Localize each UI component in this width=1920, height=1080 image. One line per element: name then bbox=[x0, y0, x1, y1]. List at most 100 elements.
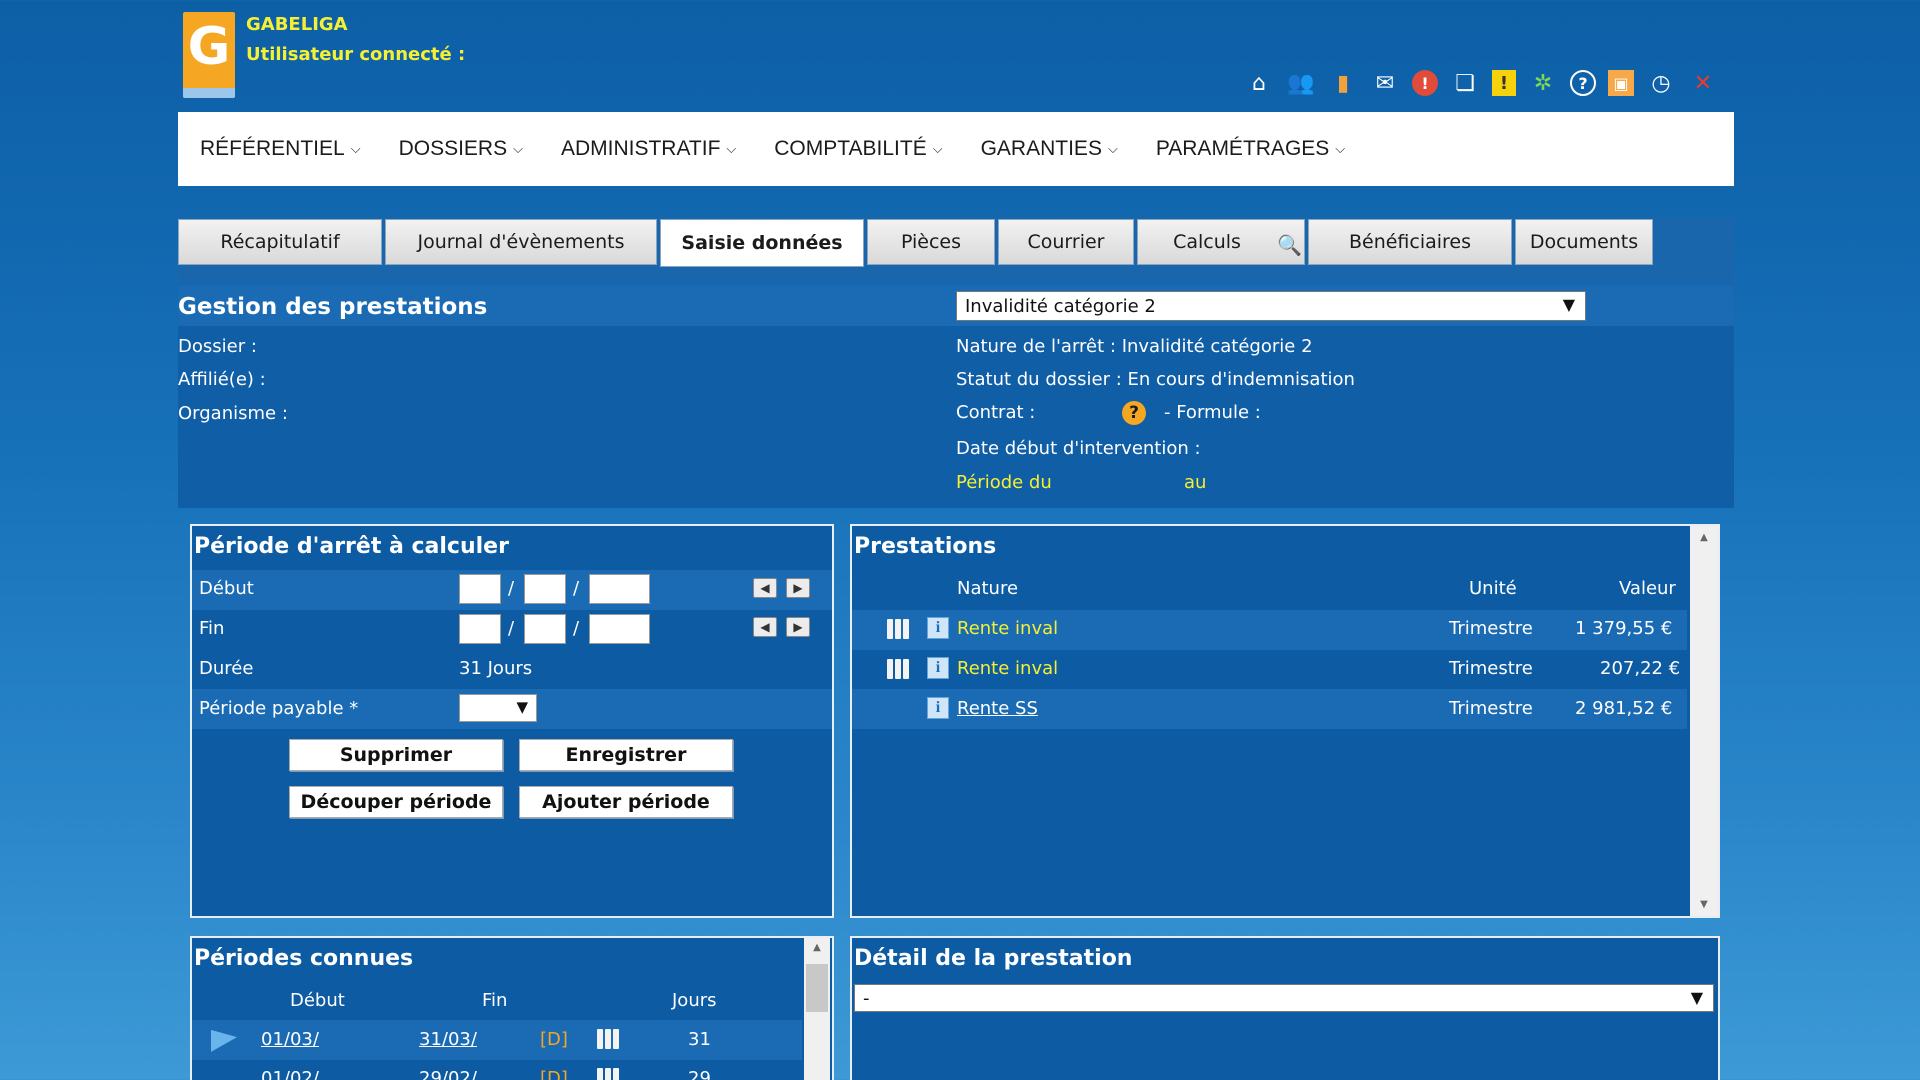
bars-icon[interactable] bbox=[887, 659, 909, 679]
periodes-scrollbar[interactable]: ▲ bbox=[804, 938, 830, 1080]
column-header-nature: Nature bbox=[957, 578, 1019, 599]
lock-icon[interactable]: ▣ bbox=[1608, 70, 1634, 96]
column-header-valeur: Valeur bbox=[1619, 578, 1676, 599]
play-icon[interactable] bbox=[211, 1026, 237, 1052]
duree-value: 31 Jours bbox=[459, 658, 533, 679]
debut-day-input[interactable] bbox=[459, 574, 501, 604]
document-icon[interactable]: ❏ bbox=[1450, 68, 1480, 98]
tab-journal[interactable]: Journal d'évènements bbox=[385, 219, 657, 265]
periode-payable-label: Période payable * bbox=[199, 698, 359, 719]
prestation-unite: Trimestre bbox=[1449, 658, 1533, 679]
tab-pieces[interactable]: Pièces bbox=[867, 219, 995, 265]
periode-fin[interactable]: 29/02/ bbox=[419, 1068, 533, 1080]
prestation-nature[interactable]: Rente inval bbox=[957, 658, 1058, 679]
fin-month-input[interactable] bbox=[524, 614, 566, 644]
main-menu: RÉFÉRENTIEL ⌵ DOSSIERS ⌵ ADMINISTRATIF ⌵ CO… bbox=[178, 112, 1734, 186]
home-icon[interactable]: ⌂ bbox=[1244, 68, 1274, 98]
prestation-valeur: 1 379,55 € bbox=[1575, 618, 1673, 639]
formule-label: - Formule : bbox=[1164, 402, 1261, 423]
panel-title: Détail de la prestation bbox=[854, 946, 1133, 971]
dropdown-arrow-icon: ▼ bbox=[1562, 295, 1575, 314]
menu-administratif[interactable]: ADMINISTRATIF ⌵ bbox=[561, 137, 736, 161]
chevron-down-icon: ⌵ bbox=[932, 141, 943, 156]
prestation-nature[interactable]: Rente SS bbox=[957, 698, 1038, 719]
scroll-thumb[interactable] bbox=[806, 964, 828, 1012]
tab-saisie-donnees[interactable]: Saisie données bbox=[660, 219, 864, 267]
next-arrow-icon[interactable]: ▶ bbox=[786, 617, 810, 637]
periode-fin[interactable]: 31/03/ bbox=[419, 1029, 533, 1050]
refresh-icon[interactable]: ✲ bbox=[1528, 68, 1558, 98]
supprimer-button[interactable]: Supprimer bbox=[289, 739, 503, 771]
chevron-down-icon: ⌵ bbox=[1335, 141, 1346, 156]
tab-beneficiaires[interactable]: Bénéficiaires bbox=[1308, 219, 1512, 265]
bars-icon[interactable] bbox=[887, 619, 909, 639]
tab-documents[interactable]: Documents bbox=[1515, 219, 1653, 265]
periode-tag: [D] bbox=[540, 1068, 568, 1080]
app-logo: G bbox=[183, 12, 235, 98]
info-icon[interactable]: i bbox=[927, 617, 949, 639]
scroll-down-icon[interactable]: ▼ bbox=[1690, 899, 1718, 910]
panel-title: Prestations bbox=[854, 534, 997, 559]
alert-icon[interactable]: ! bbox=[1412, 70, 1438, 96]
scroll-up-icon[interactable]: ▲ bbox=[1690, 532, 1718, 543]
duree-label: Durée bbox=[199, 658, 254, 679]
chevron-down-icon: ⌵ bbox=[513, 141, 523, 156]
next-arrow-icon[interactable]: ▶ bbox=[786, 578, 810, 598]
prestation-nature[interactable]: Rente inval bbox=[957, 618, 1058, 639]
help-icon[interactable]: ? bbox=[1570, 70, 1596, 96]
tabs: Récapitulatif Journal d'évènements Saisi… bbox=[178, 219, 1656, 267]
prestations-scrollbar[interactable]: ▲ ▼ bbox=[1690, 526, 1718, 916]
clock-icon[interactable]: ◷ bbox=[1646, 68, 1676, 98]
menu-dossiers[interactable]: DOSSIERS ⌵ bbox=[399, 137, 523, 161]
prestation-valeur: 2 981,52 € bbox=[1575, 698, 1673, 719]
debut-month-input[interactable] bbox=[524, 574, 566, 604]
tab-calculs[interactable]: Calculs 🔍 bbox=[1137, 219, 1305, 265]
decouper-periode-button[interactable]: Découper période bbox=[289, 786, 503, 818]
enregistrer-button[interactable]: Enregistrer bbox=[519, 739, 733, 771]
prestation-unite: Trimestre bbox=[1449, 618, 1533, 639]
periode-debut[interactable]: 01/03/ bbox=[261, 1029, 374, 1050]
panel-title: Périodes connues bbox=[194, 946, 414, 971]
periode-debut[interactable]: 01/02/ bbox=[261, 1068, 374, 1080]
dropdown-arrow-icon: ▼ bbox=[1690, 988, 1703, 1007]
column-header-fin: Fin bbox=[482, 990, 508, 1011]
fin-year-input[interactable] bbox=[589, 614, 650, 644]
menu-referentiel[interactable]: RÉFÉRENTIEL ⌵ bbox=[200, 137, 361, 161]
column-header-unite: Unité bbox=[1469, 578, 1517, 599]
tab-recapitulatif[interactable]: Récapitulatif bbox=[178, 219, 382, 265]
chevron-down-icon: ⌵ bbox=[1107, 141, 1118, 156]
prev-arrow-icon[interactable]: ◀ bbox=[753, 617, 777, 637]
menu-parametrages[interactable]: PARAMÉTRAGES ⌵ bbox=[1156, 137, 1345, 161]
users-icon[interactable]: 👥 bbox=[1286, 68, 1316, 98]
menu-garanties[interactable]: GARANTIES ⌵ bbox=[981, 137, 1118, 161]
ajouter-periode-button[interactable]: Ajouter période bbox=[519, 786, 733, 818]
prev-arrow-icon[interactable]: ◀ bbox=[753, 578, 777, 598]
tab-courrier[interactable]: Courrier bbox=[998, 219, 1134, 265]
prestation-valeur: 207,22 € bbox=[1600, 658, 1681, 679]
bars-icon[interactable] bbox=[597, 1068, 619, 1080]
warning-icon[interactable]: ! bbox=[1492, 70, 1516, 96]
info-icon[interactable]: i bbox=[927, 657, 949, 679]
connected-user-label: Utilisateur connecté : bbox=[246, 44, 466, 65]
organisme-label: Organisme : bbox=[178, 403, 288, 424]
statut-dossier: Statut du dossier : En cours d'indemnisa… bbox=[956, 369, 1355, 390]
debut-year-input[interactable] bbox=[589, 574, 650, 604]
fin-day-input[interactable] bbox=[459, 614, 501, 644]
scroll-up-icon[interactable]: ▲ bbox=[804, 942, 830, 953]
help-icon[interactable]: ? bbox=[1122, 401, 1146, 425]
periode-payable-select[interactable]: ▼ bbox=[459, 694, 537, 722]
top-toolbar: ⌂ 👥 ▮ ✉ ! ❏ ! ✲ ? ▣ ◷ ✕ bbox=[1244, 68, 1718, 98]
date-debut-intervention: Date début d'intervention : bbox=[956, 438, 1201, 459]
chevron-down-icon: ⌵ bbox=[726, 141, 737, 156]
nature-select[interactable]: Invalidité catégorie 2 ▼ bbox=[956, 291, 1586, 321]
bars-icon[interactable] bbox=[597, 1029, 619, 1049]
dossier-label: Dossier : bbox=[178, 336, 257, 357]
periode-au: au bbox=[1184, 472, 1207, 493]
chart-icon[interactable]: ▮ bbox=[1328, 68, 1358, 98]
detail-select[interactable]: - ▼ bbox=[854, 984, 1714, 1012]
info-icon[interactable]: i bbox=[927, 697, 949, 719]
mail-icon[interactable]: ✉ bbox=[1370, 68, 1400, 98]
menu-comptabilite[interactable]: COMPTABILITÉ ⌵ bbox=[774, 137, 942, 161]
close-icon[interactable]: ✕ bbox=[1688, 68, 1718, 98]
periode-jours: 31 bbox=[688, 1029, 711, 1050]
